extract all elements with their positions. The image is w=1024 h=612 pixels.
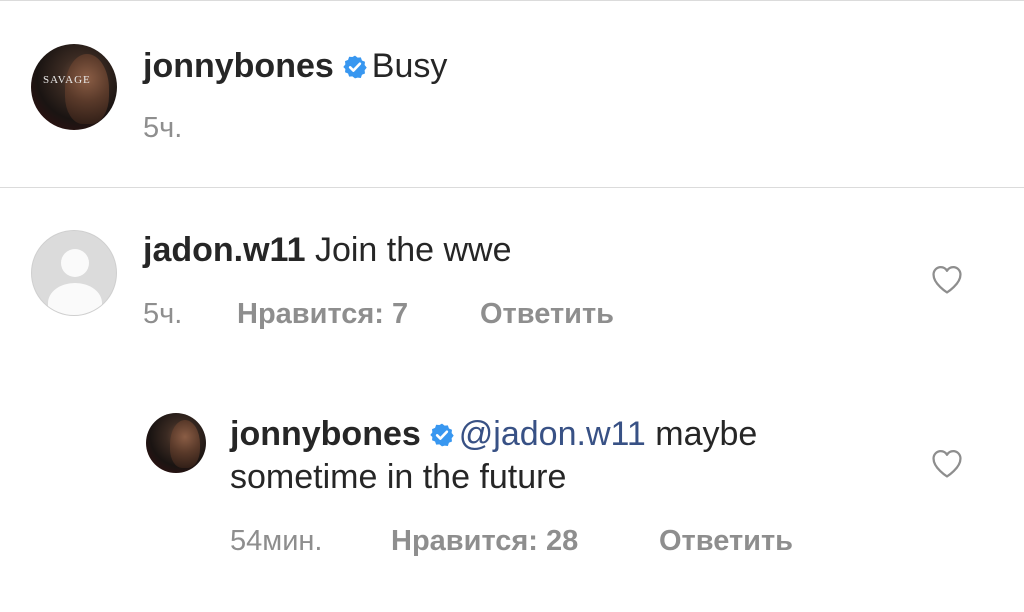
comment-line: jadon.w11 Join the wwe [143,228,512,272]
caption-text: Busy [371,47,448,85]
reply-line-1: jonnybones @jadon.w11 maybe [230,412,757,456]
reply-text-line1: maybe [655,415,758,453]
caption-line: jonnybones Busy [143,44,447,88]
reply-mention-link[interactable]: @jadon.w11 [459,415,646,453]
top-divider [0,0,1024,1]
reply-reply-link[interactable]: Ответить [659,523,793,559]
reply-username[interactable]: jonnybones [230,415,421,453]
comment-text: Join the wwe [314,231,512,269]
avatar-placeholder-head [61,249,89,277]
reply-likes-link[interactable]: Нравится: 28 [391,523,578,559]
comment-reply-link[interactable]: Ответить [480,296,614,332]
caption-avatar[interactable]: SAVAGE [31,44,117,130]
avatar-overlay-text: SAVAGE [43,74,91,86]
avatar-figure [65,54,109,124]
section-divider [0,187,1024,188]
reply-time: 54мин. [230,525,323,557]
comment-username[interactable]: jadon.w11 [143,231,306,269]
comment-likes-link[interactable]: Нравится: 7 [237,296,408,332]
avatar-placeholder-body [48,283,102,315]
verified-badge-icon [343,55,367,79]
comment-avatar-default[interactable] [31,230,117,316]
avatar-figure [170,420,200,468]
verified-badge-icon [430,423,454,447]
caption-time: 5ч. [143,112,183,144]
heart-outline-icon[interactable] [930,263,964,295]
heart-outline-icon[interactable] [930,447,964,479]
reply-avatar[interactable] [146,413,206,473]
reply-text-line2: sometime in the future [230,458,567,496]
caption-username[interactable]: jonnybones [143,47,334,85]
comment-time: 5ч. [143,298,183,330]
